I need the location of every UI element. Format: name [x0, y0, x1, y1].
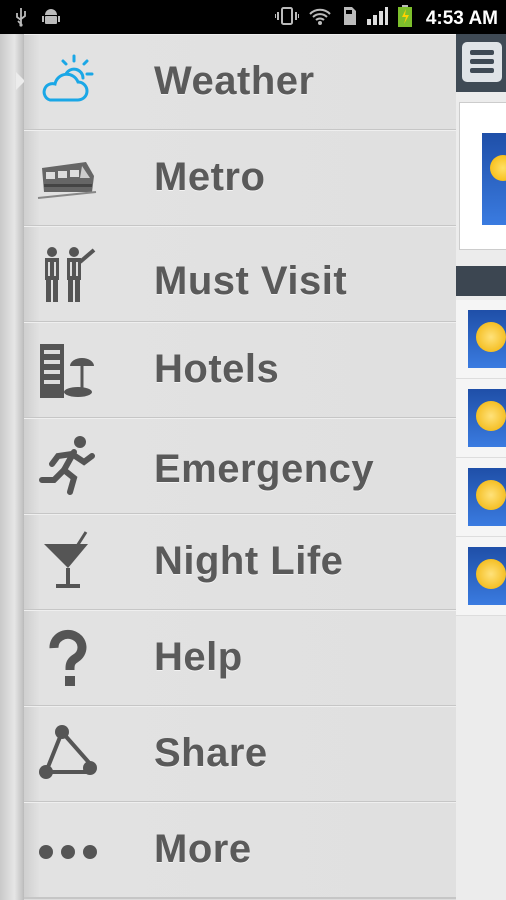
action-bar	[456, 34, 506, 92]
share-icon	[36, 722, 100, 786]
menu-item-emergency[interactable]: Emergency	[24, 418, 456, 515]
sun-icon	[476, 401, 506, 431]
menu-item-label: Metro	[154, 155, 266, 199]
drawer-edge	[0, 34, 25, 900]
more-dots-icon	[36, 818, 100, 882]
menu-item-label: Help	[154, 635, 243, 679]
forecast-row[interactable]	[456, 300, 506, 379]
sun-icon	[476, 322, 506, 352]
menu-item-must-visit[interactable]: Must Visit	[24, 226, 456, 323]
usb-icon	[14, 7, 28, 32]
sightseeing-people-icon	[36, 242, 100, 306]
forecast-row[interactable]	[456, 537, 506, 616]
android-icon	[42, 7, 60, 32]
cocktail-glass-icon	[36, 530, 100, 594]
weather-thumbnail	[468, 468, 506, 526]
weather-cloud-sun-icon	[36, 50, 100, 114]
wifi-icon	[308, 6, 332, 31]
clock: 4:53 AM	[425, 7, 498, 29]
menu-item-label: Night Life	[154, 539, 344, 583]
forecast-row[interactable]	[456, 379, 506, 458]
sun-icon	[476, 480, 506, 510]
navigation-drawer: Weather Metro Must Visit Hotels Emergenc…	[24, 34, 456, 900]
battery-charging-icon	[397, 5, 413, 32]
menu-toggle-button[interactable]	[462, 42, 502, 82]
running-man-icon	[36, 434, 100, 498]
menu-item-label: Share	[154, 731, 268, 775]
menu-item-label: Hotels	[154, 347, 280, 391]
menu-item-label: Emergency	[154, 447, 375, 491]
menu-item-weather[interactable]: Weather	[24, 34, 456, 131]
menu-item-label: Must Visit	[154, 259, 348, 303]
menu-item-share[interactable]: Share	[24, 706, 456, 803]
menu-item-label: Weather	[154, 59, 315, 103]
vibrate-icon	[273, 6, 300, 31]
weather-thumbnail	[468, 547, 506, 605]
weather-thumbnail	[482, 133, 506, 225]
menu-item-metro[interactable]: Metro	[24, 130, 456, 227]
menu-item-label: More	[154, 827, 252, 871]
sd-card-icon	[341, 6, 357, 31]
menu-item-more[interactable]: More	[24, 802, 456, 899]
menu-item-hotels[interactable]: Hotels	[24, 322, 456, 419]
section-header	[456, 266, 506, 296]
main-content-peek	[456, 34, 506, 900]
current-weather-card[interactable]	[459, 102, 506, 250]
signal-icon	[366, 6, 388, 31]
weather-thumbnail	[468, 310, 506, 368]
sun-icon	[476, 559, 506, 589]
status-bar: 4:53 AM	[0, 0, 506, 34]
question-mark-icon	[36, 626, 100, 690]
menu-item-help[interactable]: Help	[24, 610, 456, 707]
sun-icon	[490, 155, 506, 181]
forecast-row[interactable]	[456, 458, 506, 537]
menu-item-night-life[interactable]: Night Life	[24, 514, 456, 611]
weather-thumbnail	[468, 389, 506, 447]
hotel-building-icon	[36, 338, 100, 402]
metro-train-icon	[36, 146, 100, 210]
